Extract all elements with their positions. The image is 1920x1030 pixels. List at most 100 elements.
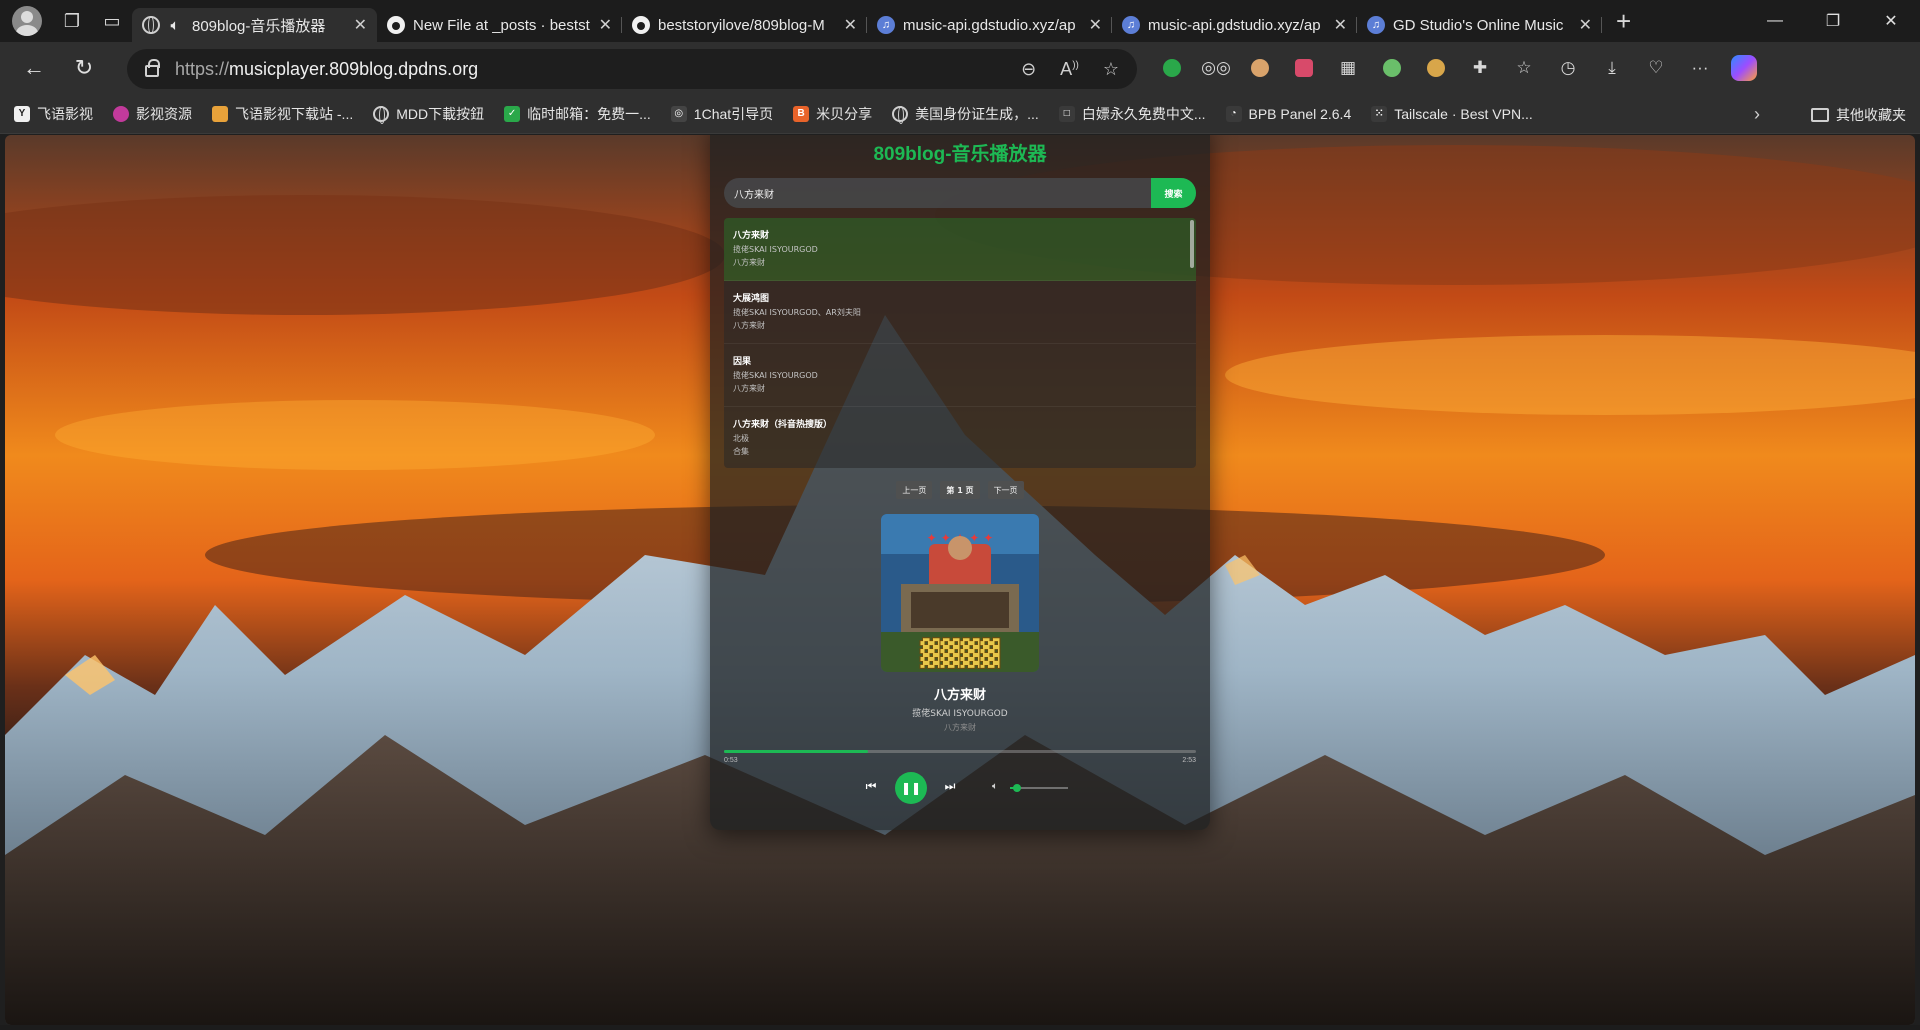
lock-icon[interactable] xyxy=(145,59,160,77)
bookmark-favicon-icon: B xyxy=(793,105,810,122)
album-cover: ✦ ✦ ✦ ✦ ✦ ▓▓▓▓ xyxy=(881,514,1039,672)
bookmark-item[interactable]: □ 白嫖永久免费中文... xyxy=(1058,104,1206,124)
next-page-button[interactable]: 下一页 xyxy=(987,481,1024,499)
result-item[interactable]: 八方来财 揽佬SKAI ISYOURGOD 八方来财 xyxy=(724,218,1196,281)
previous-track-icon[interactable]: ⏮︎ xyxy=(860,775,882,797)
music-icon: ♫ xyxy=(1122,16,1140,34)
bookmarks-bar: Y 飞语影视 影视资源 飞语影视下载站 -... MDD下載按鈕 ✓ 临时邮箱：免费… xyxy=(0,94,1920,134)
results-scrollbar[interactable] xyxy=(1190,220,1194,268)
cookie-face-extension-icon[interactable] xyxy=(1238,50,1282,86)
bookmark-item[interactable]: 飞语影视下载站 -... xyxy=(212,104,353,124)
volume-knob[interactable] xyxy=(1012,784,1021,792)
bookmark-item[interactable]: ✓ 临时邮箱：免费一... xyxy=(504,104,651,124)
back-icon[interactable]: ← xyxy=(12,50,56,86)
extensions-puzzle-icon[interactable]: ✚ xyxy=(1458,50,1502,86)
close-icon[interactable]: ✕ xyxy=(1334,15,1347,35)
health-heart-icon[interactable]: ♡ xyxy=(1634,50,1678,86)
more-menu-icon[interactable]: ··· xyxy=(1678,50,1722,86)
tab-title: music-api.gdstudio.xyz/ap xyxy=(1148,16,1321,34)
goggles-extension-icon[interactable]: ◎◎ xyxy=(1194,50,1238,86)
now-playing-title: 八方来财 xyxy=(933,688,986,703)
player-title: 809blog-音乐播放器 xyxy=(873,144,1047,165)
bookmark-item[interactable]: B 米贝分享 xyxy=(793,104,872,124)
bookmark-favicon-icon xyxy=(113,105,129,122)
close-icon[interactable]: ✕ xyxy=(354,15,367,35)
qr-code-icon[interactable]: ▦ xyxy=(1326,50,1370,86)
chevron-right-icon[interactable]: › xyxy=(1754,104,1760,125)
favorite-star-icon[interactable]: ☆ xyxy=(1103,59,1119,80)
next-track-icon[interactable]: ⏭︎ xyxy=(939,775,961,797)
tab-strip: ❐ ▭ 🔈︎ 809blog-音乐播放器 ✕ New File at _post… xyxy=(0,0,1920,42)
profile-avatar[interactable] xyxy=(12,6,42,36)
restore-icon[interactable]: ❐ xyxy=(1804,0,1862,42)
vertical-tabs-icon[interactable]: ▭ xyxy=(92,5,132,37)
minimize-icon[interactable]: — xyxy=(1746,0,1804,42)
close-icon[interactable]: ✕ xyxy=(844,15,857,35)
extensions-toolbar: ◎◎ ▦ ✚ ☆ ◷ ⤓ ♡ ··· xyxy=(1150,50,1766,86)
address-bar[interactable]: https://musicplayer.809blog.dpdns.org ⊖ … xyxy=(127,49,1137,89)
window-bottom-edge xyxy=(0,1025,1920,1030)
search-results-list[interactable]: 八方来财 揽佬SKAI ISYOURGOD 八方来财 大展鸿图 揽佬SKAI I… xyxy=(724,218,1196,468)
close-window-icon[interactable]: ✕ xyxy=(1862,0,1920,42)
result-item[interactable]: 因果 揽佬SKAI ISYOURGOD 八方来财 xyxy=(724,344,1196,407)
bookmark-favicon-icon: □ xyxy=(1058,105,1075,122)
tab-title: 809blog-音乐播放器 xyxy=(192,17,326,35)
svg-text:▓▓▓▓: ▓▓▓▓ xyxy=(920,638,1000,669)
bookmark-item[interactable]: ◔ BPB Panel 2.6.4 xyxy=(1225,105,1351,122)
favorites-icon[interactable]: ☆ xyxy=(1502,50,1546,86)
tab-title: GD Studio's Online Music xyxy=(1393,16,1564,34)
folder-icon xyxy=(1811,108,1829,122)
globe-icon xyxy=(142,16,160,34)
volume-icon[interactable]: 🔈︎ xyxy=(986,775,1004,797)
url-text[interactable]: https://musicplayer.809blog.dpdns.org xyxy=(175,59,1021,80)
proxy-extension-icon[interactable] xyxy=(1370,50,1414,86)
close-icon[interactable]: ✕ xyxy=(1089,15,1102,35)
other-bookmarks[interactable]: 其他收藏夹 xyxy=(1811,105,1906,125)
bookmark-favicon-icon: Y xyxy=(14,105,30,122)
gauge-icon: ◔ xyxy=(1225,105,1242,122)
pause-icon[interactable]: ❚❚ xyxy=(895,772,927,804)
pagination: 上一页 第 1 页 下一页 xyxy=(710,481,1210,499)
tab-new-file-posts[interactable]: New File at _posts · bestst ✕ xyxy=(377,8,622,42)
cookie-icon[interactable] xyxy=(1414,50,1458,86)
tab-gd-studio[interactable]: ♫ GD Studio's Online Music ✕ xyxy=(1357,8,1602,42)
video-extension-icon[interactable] xyxy=(1282,50,1326,86)
tab-music-api-2[interactable]: ♫ music-api.gdstudio.xyz/ap ✕ xyxy=(1112,8,1357,42)
now-playing-album: 八方来财 xyxy=(944,723,976,732)
history-icon[interactable]: ◷ xyxy=(1546,50,1590,86)
tab-github-repo[interactable]: beststoryilove/809blog-M ✕ xyxy=(622,8,867,42)
close-icon[interactable]: ✕ xyxy=(1579,15,1592,35)
read-aloud-icon[interactable]: A)) xyxy=(1060,59,1079,80)
close-icon[interactable]: ✕ xyxy=(599,15,612,35)
copilot-icon[interactable] xyxy=(1722,50,1766,86)
prev-page-button[interactable]: 上一页 xyxy=(896,481,933,499)
bookmark-item[interactable]: Y 飞语影视 xyxy=(14,104,93,124)
tab-music-api-1[interactable]: ♫ music-api.gdstudio.xyz/ap ✕ xyxy=(867,8,1112,42)
tab-title: New File at _posts · bestst xyxy=(413,16,590,34)
current-page-label: 第 1 页 xyxy=(940,481,980,499)
workspaces-icon[interactable]: ❐ xyxy=(52,5,92,37)
zoom-icon[interactable]: ⊖ xyxy=(1021,59,1036,80)
bookmark-item[interactable]: 美国身份证生成，... xyxy=(892,104,1039,124)
bookmark-item[interactable]: ⁙ Tailscale · Best VPN... xyxy=(1371,105,1533,122)
bookmark-item[interactable]: MDD下載按鈕 xyxy=(373,104,484,124)
bookmark-item[interactable]: 影视资源 xyxy=(113,104,192,124)
download-icon[interactable]: ⤓ xyxy=(1590,50,1634,86)
shield-extension-icon[interactable] xyxy=(1150,50,1194,86)
result-item[interactable]: 八方来财（抖音热搜版） 北极 合集 xyxy=(724,407,1196,468)
tab-title: music-api.gdstudio.xyz/ap xyxy=(903,16,1076,34)
bookmark-item[interactable]: ◎ 1Chat引导页 xyxy=(670,104,773,124)
result-item[interactable]: 大展鸿图 揽佬SKAI ISYOURGOD、AR刘夫阳 八方来财 xyxy=(724,281,1196,344)
bookmark-favicon-icon xyxy=(212,105,228,122)
music-icon: ♫ xyxy=(1367,16,1385,34)
tab-809blog[interactable]: 🔈︎ 809blog-音乐播放器 ✕ xyxy=(132,8,377,42)
audio-playing-icon[interactable]: 🔈︎ xyxy=(166,16,184,34)
shield-check-icon: ✓ xyxy=(504,105,521,122)
window-controls: — ❐ ✕ xyxy=(1746,0,1920,42)
search-input[interactable] xyxy=(724,178,1144,208)
search-button[interactable]: 搜索 xyxy=(1151,178,1196,208)
volume-slider[interactable] xyxy=(1010,784,1068,792)
refresh-icon[interactable]: ↻ xyxy=(62,50,106,86)
new-tab-icon[interactable]: + xyxy=(1616,6,1631,37)
progress-bar[interactable] xyxy=(724,750,1196,753)
